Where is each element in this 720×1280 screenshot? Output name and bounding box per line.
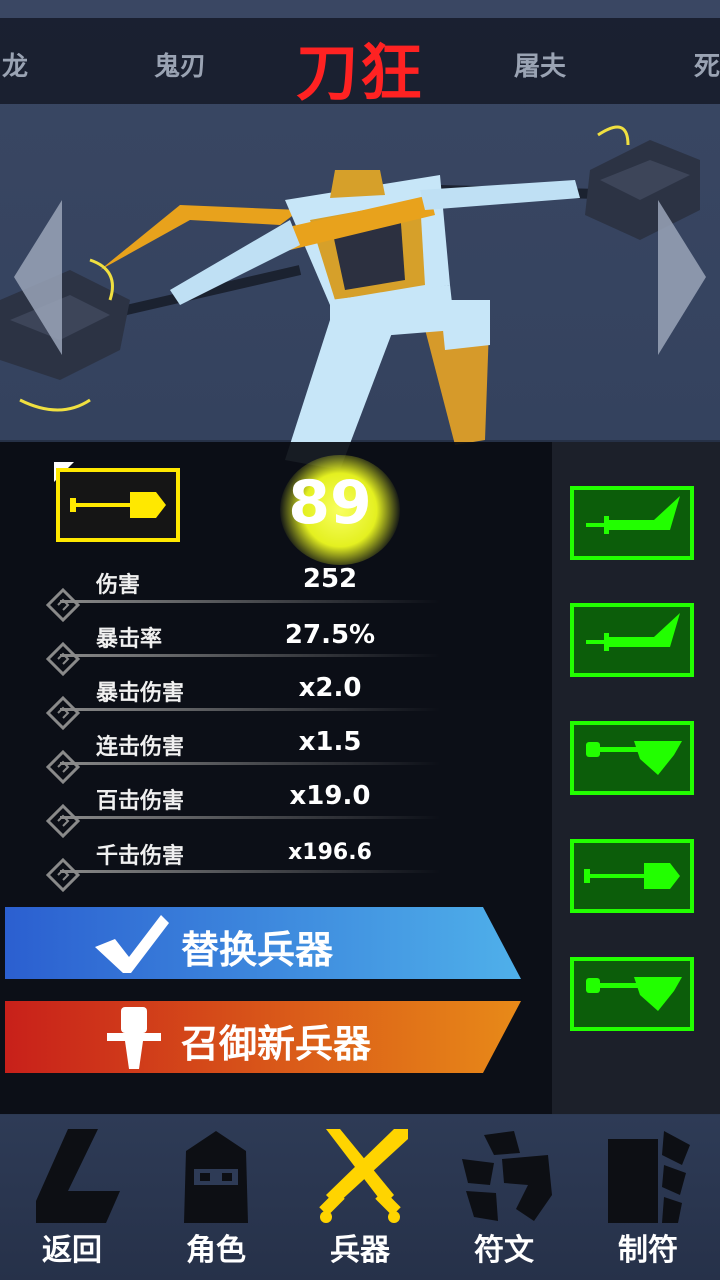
character-option[interactable]: 死 [694, 46, 720, 83]
nav-back[interactable]: 返回 [0, 1115, 144, 1280]
inventory-slot[interactable] [570, 603, 694, 677]
nav-back-label: 返回 [42, 1233, 102, 1268]
stat-label: 连击伤害 [96, 735, 185, 760]
stat-value: x196.6 [288, 840, 372, 865]
stat-label: 伤害 [96, 573, 141, 598]
blade-icon [586, 496, 680, 534]
swirl-deco-icon [46, 804, 80, 838]
character-selector: 龙 鬼刃 刀狂 屠夫 死 [0, 18, 720, 109]
rune-icon [462, 1131, 552, 1221]
stat-value: x1.5 [298, 727, 362, 757]
summon-weapon-label: 召御新兵器 [181, 1022, 372, 1066]
blade-icon [586, 613, 680, 651]
replace-weapon-button[interactable]: 替换兵器 [5, 907, 521, 979]
stat-value: x2.0 [298, 673, 362, 703]
inventory-slot[interactable] [570, 486, 694, 560]
swirl-deco-icon [46, 642, 80, 676]
ninja-icon [184, 1131, 248, 1223]
stat-divider [60, 654, 440, 657]
summon-weapon-button[interactable]: 召御新兵器 [5, 1001, 521, 1073]
stat-divider [60, 816, 440, 819]
stat-label: 百击伤害 [96, 789, 185, 814]
inventory-slot[interactable] [570, 957, 694, 1031]
crossed-swords-icon [319, 1129, 408, 1223]
replace-weapon-label: 替换兵器 [181, 928, 334, 972]
stat-divider [60, 762, 440, 765]
swirl-deco-icon [46, 750, 80, 784]
nav-craft-label: 制符 [618, 1233, 678, 1268]
current-character-title: 刀狂 [295, 36, 424, 109]
stat-value: x19.0 [289, 781, 371, 811]
hammer-icon [586, 977, 682, 1011]
mace-icon [584, 863, 680, 889]
character-option[interactable]: 屠夫 [514, 46, 566, 83]
stat-value: 27.5% [284, 620, 376, 650]
stat-label: 暴击伤害 [96, 681, 185, 706]
prev-character-arrow-icon[interactable] [14, 200, 66, 355]
stat-label: 千击伤害 [96, 844, 185, 869]
stat-divider [60, 600, 440, 603]
inventory-slot[interactable] [570, 721, 694, 795]
nav-runes-label: 符文 [474, 1233, 534, 1268]
stat-label: 暴击率 [96, 627, 163, 652]
checkmark-icon [95, 915, 169, 973]
weapon-level: 89 [288, 468, 372, 538]
nav-character-label: 角色 [186, 1233, 246, 1268]
character-option[interactable]: 龙 [2, 46, 28, 83]
swirl-deco-icon [46, 588, 80, 622]
selected-weapon-slot[interactable] [56, 468, 180, 542]
swirl-deco-icon [46, 696, 80, 730]
hammer-icon [586, 741, 682, 775]
back-icon [36, 1129, 120, 1223]
nav-character[interactable]: 角色 [144, 1115, 288, 1280]
swirl-deco-icon [46, 858, 80, 892]
character-option[interactable]: 鬼刃 [154, 46, 206, 83]
stat-value: 252 [302, 564, 358, 594]
nav-weapons[interactable]: 兵器 [288, 1115, 432, 1280]
nav-weapons-label: 兵器 [330, 1233, 390, 1268]
next-character-arrow-icon[interactable] [654, 200, 706, 355]
nav-runes[interactable]: 符文 [432, 1115, 576, 1280]
fist-icon [107, 1007, 161, 1069]
stat-divider [60, 708, 440, 711]
inventory-slot[interactable] [570, 839, 694, 913]
nav-craft[interactable]: 制符 [576, 1115, 720, 1280]
stat-divider [60, 870, 440, 873]
craft-icon [608, 1131, 690, 1223]
bottom-nav: 返回 角色 兵器 符文 制符 [0, 1115, 720, 1280]
mace-icon [70, 492, 166, 518]
